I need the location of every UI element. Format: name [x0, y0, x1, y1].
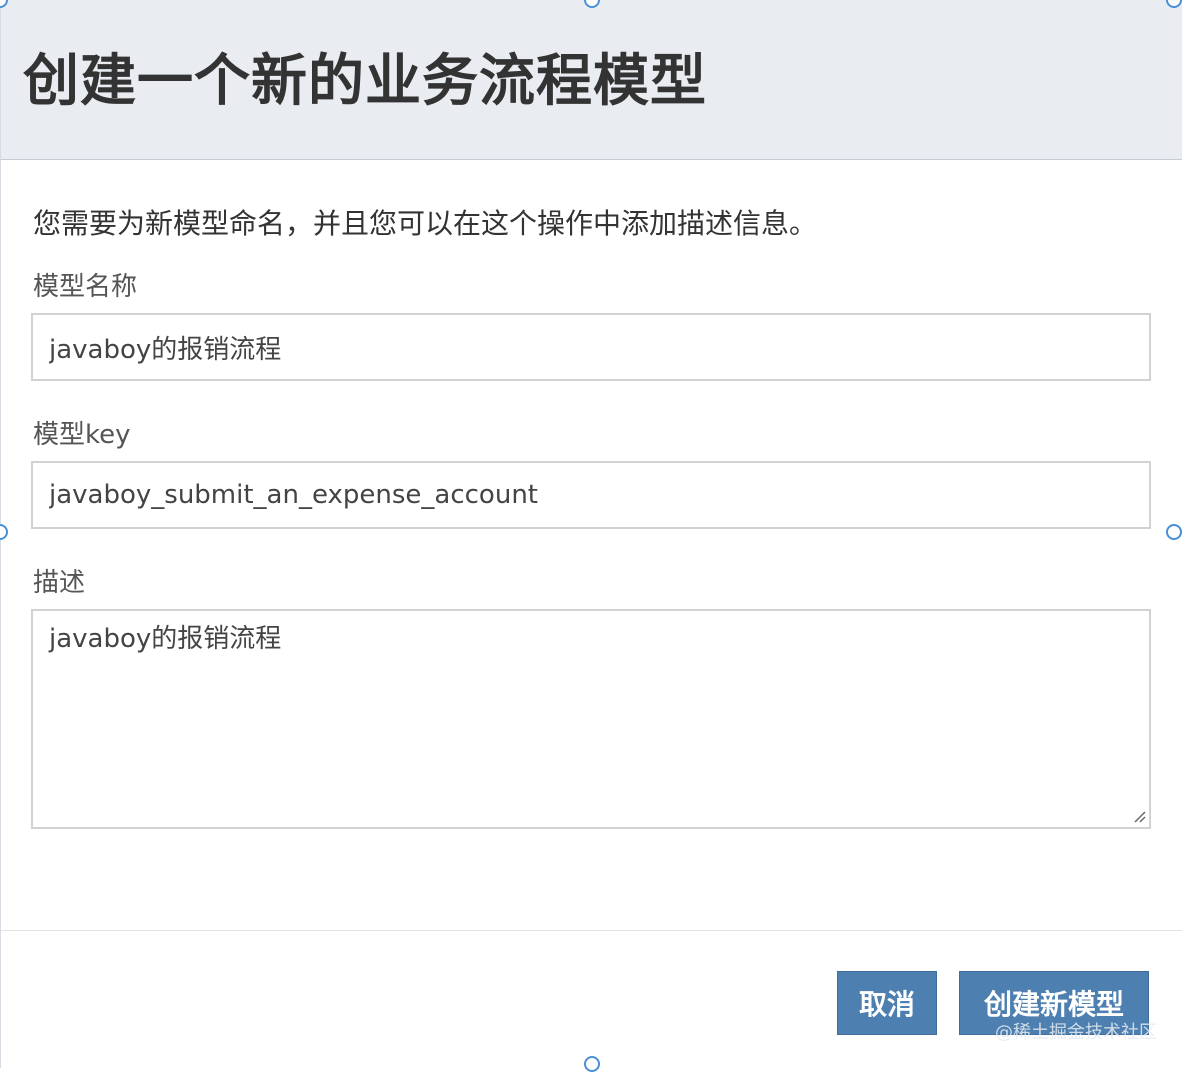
dialog-intro-text: 您需要为新模型命名，并且您可以在这个操作中添加描述信息。: [33, 207, 818, 240]
resize-grip-icon[interactable]: [1131, 808, 1147, 824]
dialog-title: 创建一个新的业务流程模型: [23, 49, 707, 114]
cancel-button[interactable]: 取消: [837, 971, 937, 1035]
watermark-text: @稀土掘金技术社区: [995, 1022, 1157, 1043]
model-name-input[interactable]: [31, 313, 1151, 381]
model-key-input[interactable]: [31, 461, 1151, 529]
model-name-label: 模型名称: [33, 272, 138, 302]
selection-handle-right[interactable]: [1166, 524, 1182, 540]
description-label: 描述: [33, 568, 86, 598]
create-model-dialog: 创建一个新的业务流程模型 您需要为新模型命名，并且您可以在这个操作中添加描述信息…: [0, 0, 1182, 1068]
dialog-header: 创建一个新的业务流程模型: [1, 0, 1182, 160]
description-textarea[interactable]: javaboy的报销流程: [31, 609, 1151, 829]
footer-divider: [1, 930, 1182, 931]
model-key-label: 模型key: [33, 420, 131, 450]
selection-handle-bottom[interactable]: [584, 1056, 600, 1072]
